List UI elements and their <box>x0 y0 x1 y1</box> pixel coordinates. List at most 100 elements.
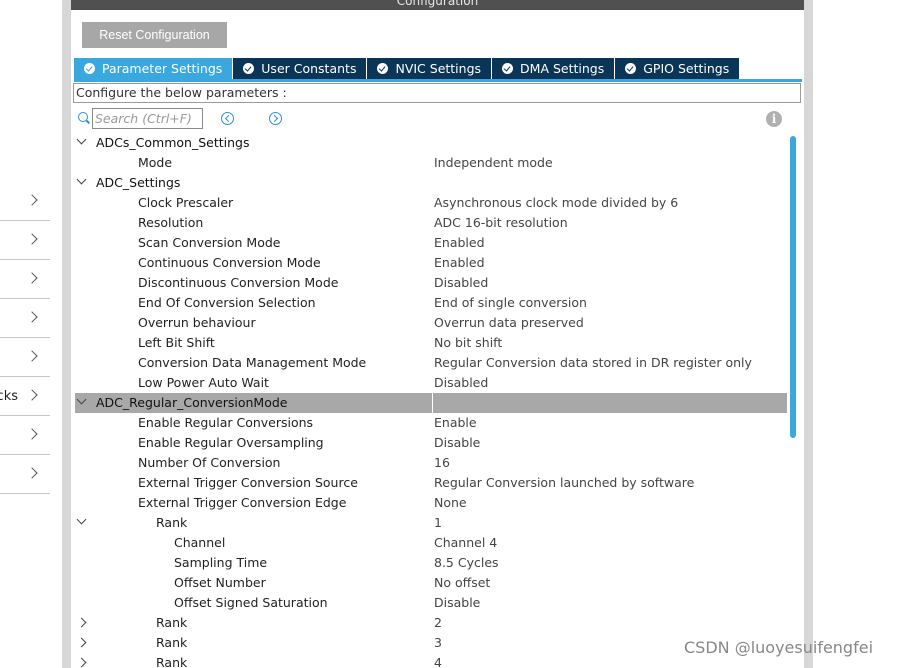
left-panel-item[interactable] <box>0 260 50 299</box>
tree-row-value[interactable]: 3 <box>434 635 442 650</box>
tree-row[interactable]: Conversion Data Management Mode Regular C… <box>75 353 787 373</box>
tree-row-value[interactable]: Disable <box>434 435 480 450</box>
tab-label: DMA Settings <box>520 61 605 76</box>
tree-row[interactable]: Mode Independent mode <box>75 153 787 173</box>
tree-row-value[interactable]: Enabled <box>434 235 485 250</box>
left-panel-item[interactable] <box>0 455 50 494</box>
tree-row[interactable]: Enable Regular Oversampling Disable <box>75 433 787 453</box>
tree-row-value[interactable]: 4 <box>434 655 442 668</box>
tree-row-value[interactable]: 2 <box>434 615 442 630</box>
tree-row-name: Left Bit Shift <box>138 335 215 350</box>
tree-row-value[interactable]: 1 <box>434 515 442 530</box>
left-panel-item[interactable] <box>0 416 50 455</box>
left-panel-item[interactable] <box>0 299 50 338</box>
tree-row[interactable]: Offset Signed Saturation Disable <box>75 593 787 613</box>
previous-match-icon[interactable] <box>221 112 234 125</box>
tree-row[interactable]: External Trigger Conversion Source Regula… <box>75 473 787 493</box>
tree-row[interactable]: Continuous Conversion Mode Enabled <box>75 253 787 273</box>
tree-row[interactable]: Rank 2 <box>75 613 787 633</box>
tree-row-value[interactable]: Enable <box>434 415 477 430</box>
tree-row-name: Number Of Conversion <box>138 455 281 470</box>
search-input[interactable] <box>92 108 203 129</box>
tree-row-value[interactable]: 16 <box>434 455 450 470</box>
tree-row-value[interactable]: 8.5 Cycles <box>434 555 499 570</box>
left-panel-item[interactable]: cks <box>0 377 50 416</box>
tree-row-value[interactable]: Disable <box>434 595 480 610</box>
tree-row[interactable]: End Of Conversion Selection End of single… <box>75 293 787 313</box>
tab-user-constants[interactable]: User Constants <box>233 58 367 79</box>
chevron-right-icon[interactable] <box>76 657 87 668</box>
tab-parameter-settings[interactable]: Parameter Settings <box>74 58 233 79</box>
tree-row-name: Resolution <box>138 215 204 230</box>
tab-nvic-settings[interactable]: NVIC Settings <box>367 58 492 79</box>
tree-row-value[interactable]: None <box>434 495 467 510</box>
tree-row-name: Rank <box>156 655 188 668</box>
tree-row-value[interactable]: Enabled <box>434 255 485 270</box>
tree-row[interactable]: Left Bit Shift No bit shift <box>75 333 787 353</box>
tree-row-name: Conversion Data Management Mode <box>138 355 367 370</box>
tree-row-value[interactable]: Asynchronous clock mode divided by 6 <box>434 195 678 210</box>
tree-row-name: Rank <box>156 635 188 650</box>
chevron-down-icon[interactable] <box>76 514 87 525</box>
tree-row-value[interactable]: Disabled <box>434 275 488 290</box>
tab-dma-settings[interactable]: DMA Settings <box>492 58 615 79</box>
tree-row-name: Clock Prescaler <box>138 195 234 210</box>
tab-bar: Parameter Settings User Constants NVIC S… <box>74 58 740 79</box>
tree-row-value[interactable]: Independent mode <box>434 155 553 170</box>
tab-label: GPIO Settings <box>643 61 730 76</box>
parameter-tree: ADCs_Common_Settings Mode Independent mode… <box>75 133 787 668</box>
tree-row[interactable]: Clock Prescaler Asynchronous clock mode d… <box>75 193 787 213</box>
tree-row-value[interactable]: Regular Conversion data stored in DR reg… <box>434 355 752 370</box>
tree-row-value[interactable]: Disabled <box>434 375 488 390</box>
tree-row[interactable]: Enable Regular Conversions Enable <box>75 413 787 433</box>
tree-row[interactable]: Discontinuous Conversion Mode Disabled <box>75 273 787 293</box>
tab-label: NVIC Settings <box>395 61 482 76</box>
next-match-icon[interactable] <box>269 112 282 125</box>
left-panel-item[interactable] <box>0 182 50 221</box>
tree-row[interactable]: Rank 4 <box>75 653 787 668</box>
chevron-right-icon[interactable] <box>76 637 87 648</box>
info-icon[interactable]: i <box>766 111 782 127</box>
left-panel-item[interactable] <box>0 338 50 377</box>
tree-row-name: Continuous Conversion Mode <box>138 255 321 270</box>
chevron-right-icon[interactable] <box>76 617 87 628</box>
tree-row-value[interactable]: No offset <box>434 575 490 590</box>
tree-row-value[interactable]: Channel 4 <box>434 535 497 550</box>
reset-configuration-button[interactable]: Reset Configuration <box>82 22 227 48</box>
tree-row[interactable]: Resolution ADC 16-bit resolution <box>75 213 787 233</box>
tree-row[interactable]: Scan Conversion Mode Enabled <box>75 233 787 253</box>
check-circle-icon <box>502 63 514 74</box>
tree-row-name: ADC_Settings <box>96 175 181 190</box>
tree-row-value[interactable]: Regular Conversion launched by software <box>434 475 694 490</box>
tree-row-value[interactable]: ADC 16-bit resolution <box>434 215 568 230</box>
tree-row[interactable]: External Trigger Conversion Edge None <box>75 493 787 513</box>
tree-row[interactable]: Overrun behaviour Overrun data preserved <box>75 313 787 333</box>
tree-row-name: ADCs_Common_Settings <box>96 135 250 150</box>
chevron-down-icon[interactable] <box>76 134 87 145</box>
chevron-down-icon[interactable] <box>76 174 87 185</box>
configuration-panel: Configuration Reset Configuration Parame… <box>71 0 804 668</box>
tree-row[interactable]: Rank 3 <box>75 633 787 653</box>
tree-row-name: Enable Regular Oversampling <box>138 435 324 450</box>
tab-label: Parameter Settings <box>102 61 223 76</box>
tree-row[interactable]: Sampling Time 8.5 Cycles <box>75 553 787 573</box>
tree-group-row[interactable]: ADCs_Common_Settings <box>75 133 787 153</box>
tree-row[interactable]: Number Of Conversion 16 <box>75 453 787 473</box>
tree-row-value[interactable]: No bit shift <box>434 335 502 350</box>
tree-row[interactable]: Offset Number No offset <box>75 573 787 593</box>
chevron-right-icon <box>26 467 38 479</box>
tab-gpio-settings[interactable]: GPIO Settings <box>615 58 740 79</box>
tree-row[interactable]: Channel Channel 4 <box>75 533 787 553</box>
tree-row[interactable]: Rank 1 <box>75 513 787 533</box>
chevron-down-icon[interactable] <box>76 394 87 405</box>
tree-group-row[interactable]: ADC_Regular_ConversionMode <box>75 393 787 413</box>
left-panel-item[interactable] <box>0 221 50 260</box>
tree-row-value[interactable]: End of single conversion <box>434 295 587 310</box>
watermark-text: CSDN @luoyesuifengfei <box>684 638 874 657</box>
tree-row-value[interactable]: Overrun data preserved <box>434 315 584 330</box>
tree-row[interactable]: Low Power Auto Wait Disabled <box>75 373 787 393</box>
tree-group-row[interactable]: ADC_Settings <box>75 173 787 193</box>
vertical-scrollbar[interactable] <box>789 133 796 668</box>
scrollbar-thumb[interactable] <box>790 136 796 438</box>
chevron-right-icon <box>26 233 38 245</box>
